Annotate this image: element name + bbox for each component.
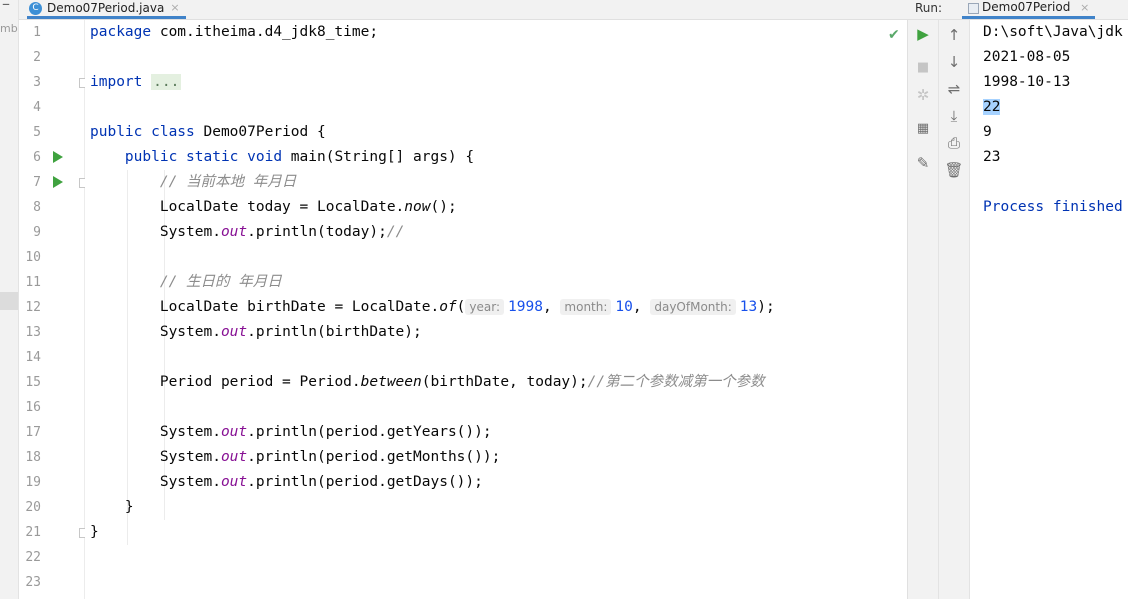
code-line-7[interactable]: public static void main(String[] args) {: [90, 145, 474, 170]
folded-imports-placeholder[interactable]: ...: [151, 74, 182, 90]
editor-tab-label: Demo07Period.java: [47, 1, 165, 15]
code-line-20[interactable]: System.out.println(period.getDays());: [90, 470, 483, 495]
line-number: 14: [25, 350, 41, 365]
run-gutter-icon[interactable]: [53, 151, 63, 163]
structure-strip-label: mb: [0, 22, 18, 35]
close-tab-icon[interactable]: ×: [170, 1, 179, 15]
console-line-months: 9: [983, 124, 992, 140]
print-icon[interactable]: ⎙: [939, 134, 969, 152]
collapse-minus-icon[interactable]: –: [2, 0, 10, 13]
line-number: 20: [25, 500, 41, 515]
param-hint-year: year:: [465, 299, 505, 315]
code-line-14[interactable]: System.out.println(birthDate);: [90, 320, 422, 345]
line-number: 9: [33, 225, 41, 240]
pin-icon[interactable]: ✎: [908, 154, 938, 172]
console-line-process-finished: Process finished: [983, 199, 1123, 215]
line-number: 4: [33, 100, 41, 115]
line-number: 18: [25, 450, 41, 465]
line-number: 7: [33, 175, 41, 190]
code-line-21[interactable]: }: [90, 495, 134, 520]
line-number: 19: [25, 475, 41, 490]
run-tool-header: Run: Demo07Period ×: [908, 0, 1128, 20]
line-number: 10: [25, 250, 41, 265]
run-tab-label: Demo07Period: [982, 0, 1071, 14]
code-line-6[interactable]: public class Demo07Period {: [90, 120, 326, 145]
line-number: 8: [33, 200, 41, 215]
line-number: 3: [33, 75, 41, 90]
class-icon: C: [29, 1, 42, 15]
run-label: Run:: [915, 1, 943, 15]
console-line-days: 23: [983, 149, 1001, 165]
debug-icon[interactable]: ✲: [908, 86, 938, 104]
line-number: 22: [25, 550, 41, 565]
code-line-16[interactable]: Period period = Period.between(birthDate…: [90, 370, 765, 395]
code-line-18[interactable]: System.out.println(period.getYears());: [90, 420, 492, 445]
code-editor[interactable]: package com.itheima.d4_jdk8_time; import…: [85, 20, 907, 599]
run-console-output[interactable]: D:\soft\Java\jdk 2021-08-05 1998-10-13 2…: [970, 20, 1128, 599]
rerun-icon[interactable]: ▶: [908, 25, 938, 43]
run-tab-demo07period[interactable]: Demo07Period ×: [962, 0, 1096, 19]
console-line-birth: 1998-10-13: [983, 74, 1071, 90]
strip-marker: [0, 292, 18, 310]
line-number: 15: [25, 375, 41, 390]
line-number: 11: [25, 275, 41, 290]
param-hint-month: month:: [560, 299, 612, 315]
code-line-8[interactable]: // 当前本地 年月日: [90, 170, 296, 195]
line-number: 5: [33, 125, 41, 140]
code-line-3[interactable]: import ...: [90, 70, 182, 95]
console-line-path: D:\soft\Java\jdk: [983, 24, 1123, 40]
run-gutter-icon[interactable]: [53, 176, 63, 188]
run-toolbar-primary: ▶ ■ ✲ ▦ ✎: [908, 20, 939, 599]
line-number: 17: [25, 425, 41, 440]
console-icon: [968, 3, 979, 14]
up-arrow-icon[interactable]: ↑: [939, 26, 969, 44]
line-number: 23: [25, 575, 41, 590]
code-line-10[interactable]: System.out.println(today);//: [90, 220, 404, 245]
structure-side-strip[interactable]: – mb: [0, 0, 19, 599]
console-line-years: 22: [983, 95, 1001, 120]
code-line-13[interactable]: LocalDate birthDate = LocalDate.of(year:…: [90, 295, 775, 320]
line-number: 6: [33, 150, 41, 165]
line-number: 16: [25, 400, 41, 415]
code-line-19[interactable]: System.out.println(period.getMonths());: [90, 445, 500, 470]
layout-icon[interactable]: ▦: [908, 121, 938, 136]
code-line-22[interactable]: }: [90, 520, 99, 545]
code-line-9[interactable]: LocalDate today = LocalDate.now();: [90, 195, 457, 220]
console-line-today: 2021-08-05: [983, 49, 1071, 65]
stop-icon[interactable]: ■: [908, 60, 938, 75]
run-toolbar-secondary: ↑ ↓ ⇌ ⤓ ⎙ 🗑: [939, 20, 970, 599]
close-run-tab-icon[interactable]: ×: [1080, 1, 1089, 14]
code-line-12[interactable]: // 生日的 年月日: [90, 270, 282, 295]
line-number: 21: [25, 525, 41, 540]
line-number: 13: [25, 325, 41, 340]
editor-tab-bar: C Demo07Period.java ×: [19, 0, 908, 20]
code-line-1[interactable]: package com.itheima.d4_jdk8_time;: [90, 20, 378, 45]
check-icon[interactable]: ✔: [888, 27, 900, 43]
editor-tab-demo07period-java[interactable]: C Demo07Period.java ×: [27, 0, 186, 19]
soft-wrap-icon[interactable]: ⇌: [939, 80, 969, 98]
line-number: 1: [33, 25, 41, 40]
down-arrow-icon[interactable]: ↓: [939, 53, 969, 71]
trash-icon[interactable]: 🗑: [939, 161, 969, 179]
line-number: 2: [33, 50, 41, 65]
scroll-to-end-icon[interactable]: ⤓: [939, 107, 969, 125]
line-number: 12: [25, 300, 41, 315]
param-hint-day-of-month: dayOfMonth:: [650, 299, 736, 315]
editor-gutter[interactable]: 1 2 3 4 5 6 7 8 9 10 11 12 13 14 15 16 17 18 19 20 21 22 23: [19, 20, 89, 599]
selected-text: 22: [983, 99, 1001, 115]
